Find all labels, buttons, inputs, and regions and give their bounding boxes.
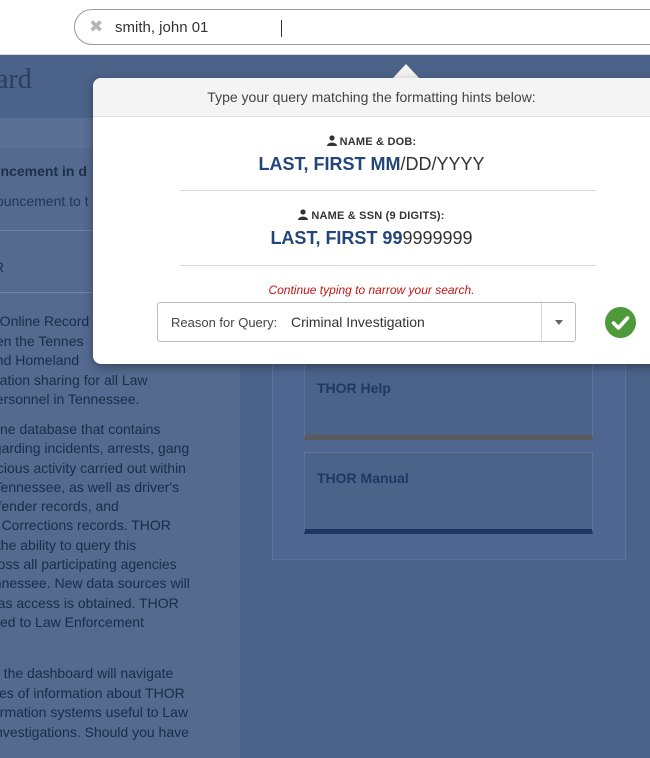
card-thor-manual[interactable]: THOR Manual — [304, 452, 593, 534]
page-title: ard — [0, 64, 32, 95]
announcement-title[interactable]: uncement in d — [0, 163, 87, 179]
announcement-text: ouncement to t — [0, 193, 89, 209]
person-icon — [326, 135, 337, 149]
popover-arrow — [392, 64, 420, 79]
hint-format: LAST, FIRST 999999999 — [270, 228, 473, 248]
checkmark-icon — [611, 316, 630, 330]
text-cursor — [281, 20, 282, 37]
hint-title: NAME & DOB: — [339, 136, 417, 148]
popover-header-text: Type your query matching the formatting … — [207, 89, 536, 105]
hint-name-ssn: NAME & SSN (9 DIGITS): LAST, FIRST 99999… — [93, 209, 650, 249]
divider — [180, 265, 596, 266]
chevron-down-icon[interactable] — [555, 320, 563, 325]
reason-label: Reason for Query: — [171, 315, 278, 330]
query-hints-popover: Type your query matching the formatting … — [93, 78, 650, 364]
narrow-search-warning: Continue typing to narrow your search. — [268, 283, 475, 297]
description-text: nline database that contains egarding in… — [0, 421, 190, 630]
top-bar: ✖ — [0, 0, 650, 55]
search-input[interactable] — [115, 14, 535, 40]
popover-header: Type your query matching the formatting … — [93, 78, 650, 117]
divider — [541, 303, 542, 341]
card-title: THOR Manual — [317, 470, 409, 486]
hint-title: NAME & SSN (9 DIGITS): — [311, 210, 445, 222]
person-icon — [298, 209, 309, 223]
close-icon[interactable]: ✖ — [89, 18, 103, 36]
hint-name-dob: NAME & DOB: LAST, FIRST MM/DD/YYYY — [93, 135, 650, 175]
divider — [180, 190, 596, 191]
reason-value: Criminal Investigation — [291, 314, 425, 330]
search-box[interactable]: ✖ — [74, 9, 650, 45]
hint-format: LAST, FIRST MM/DD/YYYY — [258, 154, 485, 174]
reason-select[interactable]: Reason for Query: Criminal Investigation — [157, 302, 576, 342]
section-label: R — [0, 259, 4, 275]
navigation-text: n the dashboard will navigate ces of inf… — [0, 665, 189, 740]
submit-button[interactable] — [605, 307, 636, 338]
card-thor-help[interactable]: THOR Help — [304, 362, 593, 440]
card-title: THOR Help — [317, 380, 391, 396]
